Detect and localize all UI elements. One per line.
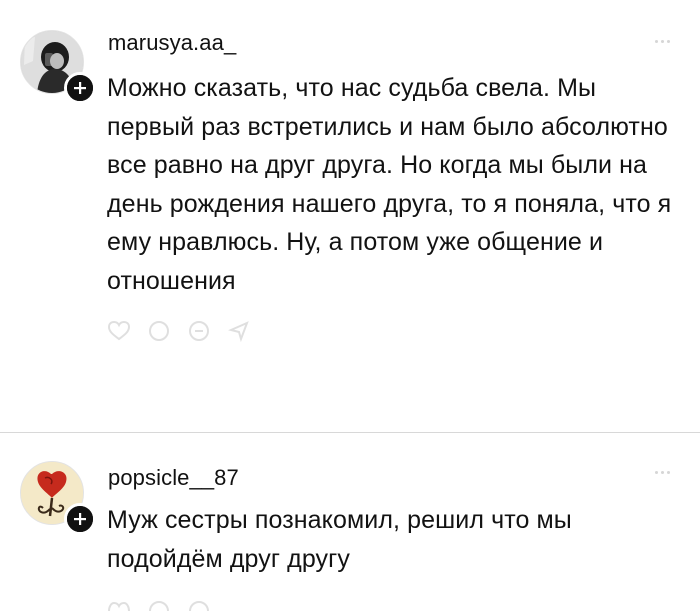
comment-1-username[interactable]: marusya.aa_: [108, 30, 236, 56]
more-options-icon[interactable]: [655, 471, 670, 474]
comment-bubble-icon[interactable]: [148, 601, 170, 611]
follow-plus-badge[interactable]: [64, 72, 96, 104]
repost-icon[interactable]: [188, 320, 210, 342]
plus-icon: [67, 75, 93, 101]
repost-icon[interactable]: [188, 601, 210, 611]
comment-2-text: Муж сестры познакомил, решил что мы подо…: [107, 506, 572, 573]
comment-1-actions: [108, 320, 250, 342]
comment-2-actions: [108, 601, 210, 611]
share-icon[interactable]: [228, 320, 250, 342]
comment-2: popsicle__87 Муж сестры познакомил, реши…: [0, 433, 700, 613]
comment-1-text: Можно сказать, что нас судьба свела. Мы …: [107, 74, 672, 295]
comment-2-username[interactable]: popsicle__87: [108, 465, 239, 491]
plus-icon: [67, 506, 93, 532]
comment-bubble-icon[interactable]: [148, 320, 170, 342]
heart-icon[interactable]: [108, 321, 130, 341]
more-options-icon[interactable]: [655, 40, 670, 43]
comment-1: marusya.aa_ Можно сказать, что нас судьб…: [0, 0, 700, 430]
comment-2-avatar[interactable]: [20, 461, 96, 535]
heart-icon[interactable]: [108, 601, 130, 611]
follow-plus-badge[interactable]: [64, 503, 96, 535]
comment-1-avatar[interactable]: [20, 30, 96, 104]
